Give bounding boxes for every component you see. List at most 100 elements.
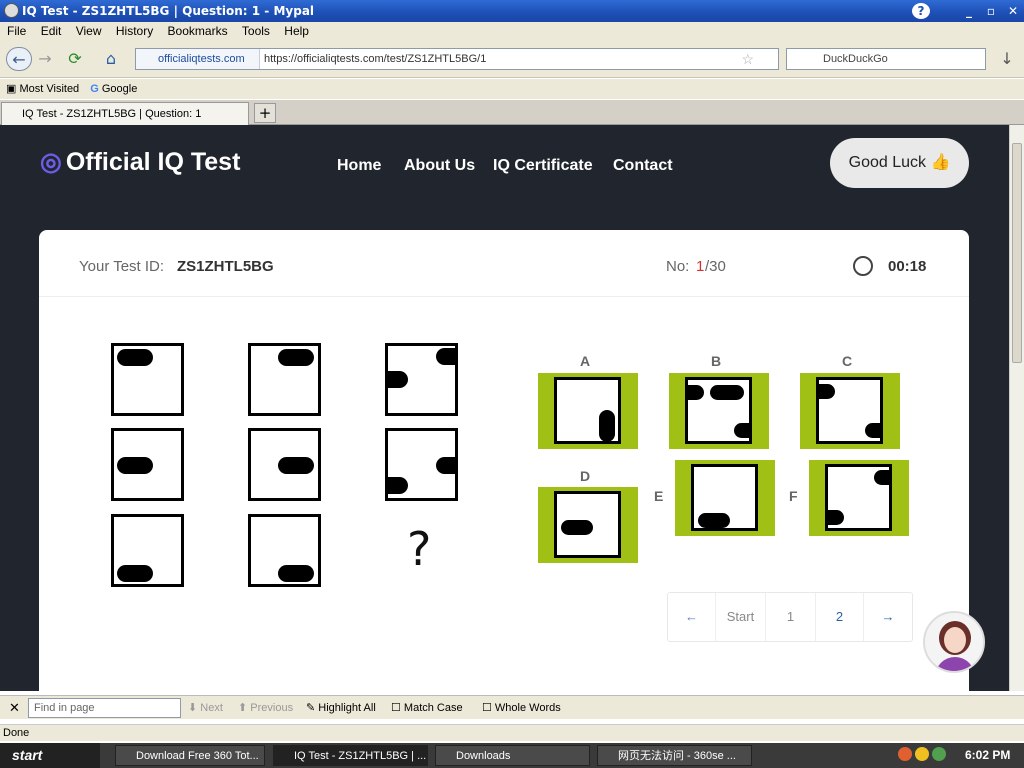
match-case-checkbox[interactable]: ☐ Match Case	[391, 696, 463, 720]
pill-shape	[436, 348, 456, 365]
pill-shape	[688, 385, 704, 400]
pager-page-2[interactable]: 2	[816, 593, 864, 641]
close-button[interactable]: ✕	[1004, 3, 1022, 19]
timer: 00:18	[888, 258, 927, 275]
site-logo[interactable]: ◎ Official IQ Test	[40, 147, 240, 177]
nav-contact[interactable]: Contact	[613, 157, 673, 175]
web-page: ◎ Official IQ Test Home About Us IQ Certi…	[0, 125, 1009, 691]
find-close-icon[interactable]: ✕	[9, 696, 20, 720]
find-bar: ✕ Find in page ⬇ Next ⬆ Previous ✎ Highl…	[0, 695, 1024, 719]
bookmark-star-icon[interactable]: ☆	[741, 49, 754, 69]
find-input[interactable]: Find in page	[28, 698, 181, 718]
highlight-all-button[interactable]: ✎ Highlight All	[306, 696, 376, 720]
question-current: 1	[696, 258, 705, 275]
tray-icon[interactable]	[932, 747, 947, 761]
home-button[interactable]: ⌂	[98, 47, 124, 71]
pill-shape	[865, 423, 881, 438]
option-label-e: E	[654, 488, 664, 504]
menu-view[interactable]: View	[76, 24, 102, 38]
menu-history[interactable]: History	[116, 24, 153, 38]
matrix-cell	[385, 343, 458, 416]
option-d[interactable]	[538, 487, 638, 563]
option-f[interactable]	[809, 460, 909, 536]
nav-about[interactable]: About Us	[404, 157, 475, 175]
pill-shape	[599, 410, 615, 442]
question-total: /30	[705, 258, 726, 275]
forward-button[interactable]: →	[32, 47, 58, 71]
tray-icons[interactable]	[898, 747, 958, 764]
clock: 6:02 PM	[965, 748, 1011, 762]
nav-certificate[interactable]: IQ Certificate	[493, 157, 593, 175]
fingerprint-icon: ◎	[40, 148, 62, 176]
pill-shape	[278, 565, 314, 582]
scrollbar-thumb[interactable]	[1012, 143, 1022, 363]
option-label-d: D	[580, 468, 591, 484]
good-luck-button[interactable]: Good Luck 👍	[830, 138, 969, 188]
pager-start[interactable]: Start	[716, 593, 766, 641]
test-id: ZS1ZHTL5BG	[177, 258, 274, 275]
avatar-face	[944, 627, 966, 653]
pager-prev-icon[interactable]: ←	[668, 593, 716, 641]
test-id-label: Your Test ID:	[79, 258, 165, 275]
taskbar: start Download Free 360 Tot... IQ Test -…	[0, 743, 1024, 768]
menu-help[interactable]: Help	[284, 24, 309, 38]
pill-shape	[388, 477, 408, 494]
pager-page-1[interactable]: 1	[766, 593, 816, 641]
window-titlebar: IQ Test - ZS1ZHTL5BG | Question: 1 - Myp…	[0, 0, 1024, 22]
back-button[interactable]: ←	[6, 47, 32, 71]
google-icon: G	[90, 83, 99, 95]
bookmark-most-visited[interactable]: Most Visited	[19, 83, 79, 95]
menu-tools[interactable]: Tools	[242, 24, 270, 38]
question-card: Your Test ID: ZS1ZHTL5BG No: 1 /30 00:18…	[39, 230, 969, 691]
tab-iq-test[interactable]: IQ Test - ZS1ZHTL5BG | Question: 1	[1, 102, 249, 125]
question-mark: ?	[407, 522, 432, 576]
start-button[interactable]: start	[0, 743, 100, 768]
whole-words-checkbox[interactable]: ☐ Whole Words	[482, 696, 561, 720]
pill-shape	[388, 371, 408, 388]
page-scrollbar[interactable]	[1009, 125, 1024, 691]
bookmark-google[interactable]: Google	[102, 83, 137, 95]
avatar-body	[935, 657, 975, 671]
menu-bookmarks[interactable]: Bookmarks	[168, 24, 228, 38]
bookmarks-toolbar: ▣ Most Visited G Google	[0, 79, 1024, 99]
question-number-label: No:	[666, 258, 690, 275]
nav-toolbar: ← → ⟳ ⌂ officialiqtests.com https://offi…	[0, 40, 1024, 78]
help-icon[interactable]: ?	[912, 3, 930, 19]
downloads-button[interactable]: ↓	[994, 47, 1020, 71]
minimize-button[interactable]: _	[960, 3, 978, 19]
option-label-f: F	[789, 488, 798, 504]
option-e[interactable]	[675, 460, 775, 536]
menu-edit[interactable]: Edit	[41, 24, 62, 38]
option-c[interactable]	[800, 373, 900, 449]
restore-button[interactable]: ▫	[982, 3, 1000, 19]
option-label-c: C	[842, 353, 853, 369]
url-bar[interactable]: officialiqtests.com https://officialiqte…	[135, 48, 779, 70]
pill-shape	[436, 457, 456, 474]
find-next-button[interactable]: ⬇ Next	[188, 696, 223, 720]
chat-avatar[interactable]	[923, 611, 985, 673]
task-download-360[interactable]: Download Free 360 Tot...	[115, 745, 265, 766]
task-360se[interactable]: 网页无法访问 - 360se ...	[597, 745, 752, 766]
option-label-b: B	[711, 353, 722, 369]
search-input[interactable]: DuckDuckGo	[786, 48, 986, 70]
pill-shape	[561, 520, 593, 535]
find-previous-button[interactable]: ⬆ Previous	[238, 696, 293, 720]
option-a[interactable]	[538, 373, 638, 449]
tray-icon[interactable]	[898, 747, 912, 761]
option-label-a: A	[580, 353, 591, 369]
reload-button[interactable]: ⟳	[62, 47, 88, 71]
tray-icon[interactable]	[915, 747, 930, 761]
new-tab-button[interactable]: +	[254, 103, 276, 123]
app-icon	[4, 3, 19, 18]
option-b[interactable]	[669, 373, 769, 449]
site-identity[interactable]: officialiqtests.com	[136, 49, 260, 69]
nav-home[interactable]: Home	[337, 157, 381, 175]
bookmark-icon: ▣	[6, 83, 17, 95]
menu-file[interactable]: File	[7, 24, 26, 38]
pill-shape	[117, 565, 153, 582]
pager-next-icon[interactable]: →	[864, 593, 912, 641]
pill-shape	[278, 457, 314, 474]
task-iq-test[interactable]: IQ Test - ZS1ZHTL5BG | ...	[273, 745, 428, 766]
task-downloads[interactable]: Downloads	[435, 745, 590, 766]
pill-shape	[874, 470, 890, 485]
